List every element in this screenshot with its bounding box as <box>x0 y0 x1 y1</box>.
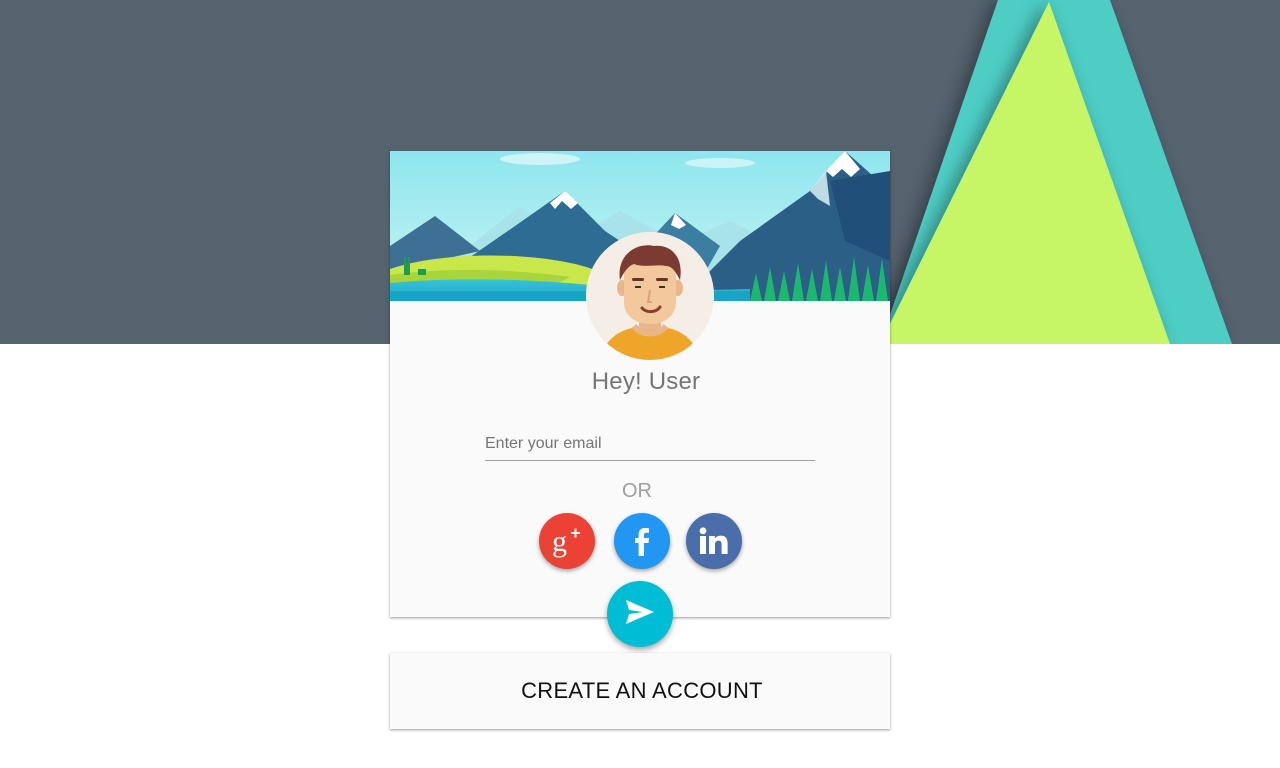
or-divider-text: OR <box>622 480 652 502</box>
google-plus-icon: g <box>550 524 584 558</box>
facebook-icon <box>632 526 652 556</box>
create-account-button[interactable]: CREATE AN ACCOUNT <box>390 653 890 729</box>
svg-text:g: g <box>552 525 567 558</box>
user-avatar <box>586 232 714 360</box>
linkedin-icon <box>699 527 729 555</box>
send-button[interactable] <box>607 581 673 647</box>
page: Hey! User OR g <box>0 0 1280 768</box>
greeting-text: Hey! User <box>591 368 701 395</box>
send-icon <box>625 599 655 630</box>
facebook-login-button[interactable] <box>614 513 670 569</box>
email-input[interactable] <box>485 429 815 461</box>
login-card: Hey! User OR g <box>390 151 890 647</box>
linkedin-login-button[interactable] <box>686 513 742 569</box>
google-plus-login-button[interactable]: g <box>539 513 595 569</box>
